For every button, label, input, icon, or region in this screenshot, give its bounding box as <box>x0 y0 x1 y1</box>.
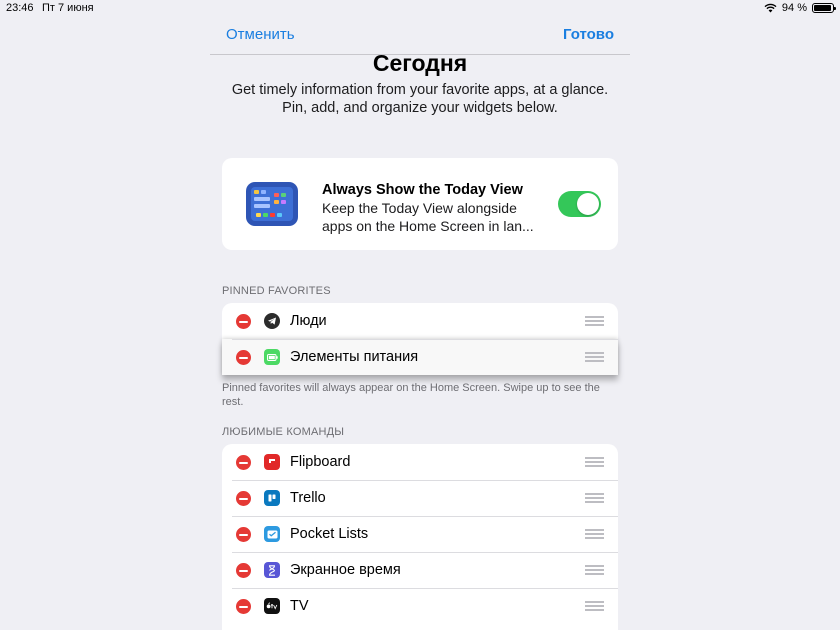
battery-status-icon <box>812 3 836 13</box>
remove-widget-button[interactable] <box>236 563 251 578</box>
today-view-title: Always Show the Today View <box>322 182 523 198</box>
widget-label: Flipboard <box>290 454 351 470</box>
apple-tv-icon <box>264 598 280 614</box>
favorites-header: ЛЮБИМЫЕ КОМАНДЫ <box>222 426 345 438</box>
favorites-list: Flipboard Trello Pocket Lists Экранное в… <box>222 444 618 630</box>
list-item: TV <box>222 588 618 624</box>
list-item: Элементы питания <box>222 339 618 375</box>
reorder-handle[interactable] <box>585 493 604 503</box>
toggle-knob <box>577 193 599 215</box>
always-show-today-toggle[interactable] <box>558 191 601 217</box>
today-view-card: Always Show the Today View Keep the Toda… <box>222 158 618 250</box>
flipboard-icon <box>264 454 280 470</box>
cancel-button[interactable]: Отменить <box>226 26 295 43</box>
subtitle-line-2: Pin, add, and organize your widgets belo… <box>282 100 558 116</box>
remove-widget-button[interactable] <box>236 314 251 329</box>
pinned-favorites-footer: Pinned favorites will always appear on t… <box>222 382 600 408</box>
remove-widget-button[interactable] <box>236 350 251 365</box>
battery-percent: 94 % <box>781 2 807 14</box>
remove-widget-button[interactable] <box>236 491 251 506</box>
reorder-handle[interactable] <box>585 601 604 611</box>
pinned-favorites-header: PINNED FAVORITES <box>222 285 331 297</box>
remove-widget-button[interactable] <box>236 599 251 614</box>
reorder-handle[interactable] <box>585 316 604 326</box>
ipad-home-screen-icon <box>246 182 298 226</box>
pinned-favorites-list: Люди Элементы питания <box>222 303 618 375</box>
pocket-lists-icon <box>264 526 280 542</box>
list-item: Pocket Lists <box>222 516 618 552</box>
status-bar: 23:46 Пт 7 июня 94 % <box>0 0 840 18</box>
today-view-description: Keep the Today View alongside apps on th… <box>322 200 534 234</box>
done-button[interactable]: Готово <box>563 26 614 43</box>
list-item: Люди <box>222 303 618 339</box>
reorder-handle[interactable] <box>585 457 604 467</box>
page-subtitle: Get timely information from your favorit… <box>0 81 840 117</box>
status-date: Пт 7 июня <box>42 2 94 14</box>
trello-icon <box>264 490 280 506</box>
widget-label: Люди <box>290 313 327 329</box>
widget-label: Trello <box>290 490 326 506</box>
list-item: Экранное время <box>222 552 618 588</box>
remove-widget-button[interactable] <box>236 455 251 470</box>
list-item: Flipboard <box>222 444 618 480</box>
reorder-handle[interactable] <box>585 529 604 539</box>
status-time: 23:46 <box>6 2 34 14</box>
telegram-icon <box>264 313 280 329</box>
subtitle-line-1: Get timely information from your favorit… <box>231 82 609 98</box>
battery-icon <box>264 349 280 365</box>
reorder-handle[interactable] <box>585 352 604 362</box>
status-right: 94 % <box>764 2 836 14</box>
widget-label: TV <box>290 598 309 614</box>
widget-label: Экранное время <box>290 562 401 578</box>
remove-widget-button[interactable] <box>236 527 251 542</box>
wifi-icon <box>764 3 777 13</box>
widget-label: Pocket Lists <box>290 526 369 542</box>
list-item: Trello <box>222 480 618 516</box>
page-title: Сегодня <box>372 50 468 76</box>
hourglass-icon <box>264 562 280 578</box>
widget-label: Элементы питания <box>290 349 419 365</box>
reorder-handle[interactable] <box>585 565 604 575</box>
